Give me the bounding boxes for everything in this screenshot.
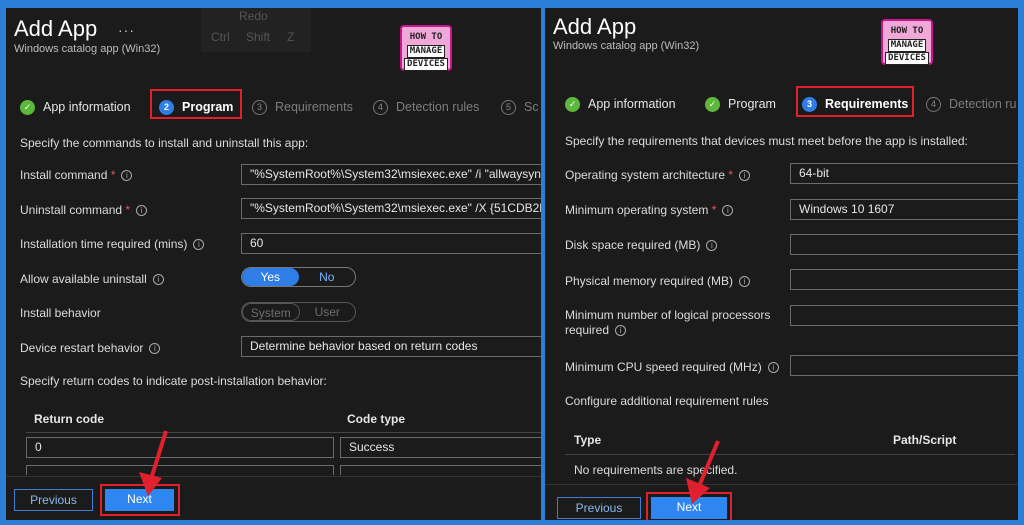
page-title: Add App [553,14,637,39]
install-time-input[interactable]: 60 [241,233,541,254]
toggle-system[interactable]: System [242,303,300,321]
info-icon[interactable]: i [739,276,751,288]
step-number-icon: 3 [252,99,267,115]
requirements-intro-text: Specify the requirements that devices mu… [565,134,968,148]
info-icon[interactable]: i [193,239,205,251]
uninstall-command-label: Uninstall command * i [20,203,148,218]
step-detection-rules[interactable]: 4 Detection rules [373,96,479,118]
cpu-speed-input[interactable] [790,355,1018,376]
info-icon[interactable]: i [152,274,164,286]
return-code-header: Return code [34,412,105,426]
add-app-program-panel: Redo Ctrl Shift Z Add App ··· Windows ca… [6,8,541,520]
more-options-icon[interactable]: ··· [118,22,135,38]
code-type-header: Code type [347,412,406,426]
step-program[interactable]: ✓ Program [705,93,776,115]
return-codes-intro: Specify return codes to indicate post-in… [20,374,327,388]
step-detection-rules[interactable]: 4 Detection ru [926,93,1016,115]
page-subtitle: Windows catalog app (Win32) [14,43,161,55]
checkmark-icon: ✓ [705,96,720,112]
min-os-label: Minimum operating system * i [565,203,734,218]
toggle-no[interactable]: No [299,268,356,286]
min-os-select[interactable]: Windows 10 1607 [790,199,1018,220]
info-icon[interactable]: i [739,170,751,182]
table-divider [26,432,541,433]
info-icon[interactable]: i [767,362,779,374]
install-command-input[interactable]: "%SystemRoot%\System32\msiexec.exe" /i "… [241,164,541,185]
page-subtitle: Windows catalog app (Win32) [553,40,700,52]
redo-tooltip: Redo Ctrl Shift Z [201,8,311,52]
step-app-information[interactable]: ✓ App information [565,93,676,115]
info-icon[interactable]: i [706,240,718,252]
step-requirements[interactable]: 3 Requirements [252,96,353,118]
install-behavior-label: Install behavior [20,306,101,320]
step-number-icon: 4 [373,99,388,115]
red-arrow-icon [686,440,720,504]
step-number-icon: 4 [926,96,941,112]
previous-button[interactable]: Previous [557,497,641,519]
info-icon[interactable]: i [149,343,161,355]
physical-memory-input[interactable] [790,269,1018,290]
cpu-speed-label: Minimum CPU speed required (MHz) i [565,360,779,375]
install-command-label: Install command * i [20,168,133,183]
how-to-manage-devices-logo: HOW TO MANAGE DEVICES [881,19,933,65]
red-arrow-icon [139,430,168,496]
program-step-highlight [150,89,242,119]
path-script-header: Path/Script [893,433,957,447]
restart-behavior-label: Device restart behavior i [20,341,161,356]
wizard-steps: ✓ App information ✓ Program 3 Requiremen… [545,87,1018,117]
restart-behavior-select[interactable]: Determine behavior based on return codes [241,336,541,357]
program-intro-text: Specify the commands to install and unin… [20,136,309,150]
physical-memory-label: Physical memory required (MB) i [565,274,751,289]
add-app-requirements-panel: Add App Windows catalog app (Win32) HOW … [545,8,1018,520]
logical-processors-input[interactable] [790,305,1018,326]
disk-space-input[interactable] [790,234,1018,255]
uninstall-command-input[interactable]: "%SystemRoot%\System32\msiexec.exe" /X {… [241,198,541,219]
os-architecture-select[interactable]: 64-bit [790,163,1018,184]
requirements-step-highlight [796,86,914,117]
code-type-select[interactable]: Success [340,437,541,458]
step-app-information[interactable]: ✓ App information [20,96,131,118]
toggle-yes[interactable]: Yes [242,268,299,286]
disk-space-label: Disk space required (MB) i [565,238,718,253]
checkmark-icon: ✓ [565,96,580,112]
table-divider [565,454,1015,455]
additional-rules-label: Configure additional requirement rules [565,394,769,408]
allow-uninstall-label: Allow available uninstall i [20,272,164,287]
os-architecture-label: Operating system architecture * i [565,168,751,183]
return-code-input-2[interactable] [26,465,334,475]
page-title: Add App [14,16,98,41]
footer-divider [6,476,541,477]
toggle-user[interactable]: User [300,303,356,321]
type-header: Type [574,433,602,447]
return-code-input[interactable]: 0 [26,437,334,458]
install-behavior-toggle[interactable]: System User [241,302,356,322]
info-icon[interactable]: i [136,205,148,217]
info-icon[interactable]: i [722,205,734,217]
info-icon[interactable]: i [121,170,133,182]
checkmark-icon: ✓ [20,99,35,115]
step-5[interactable]: 5 Sc [501,96,539,118]
wizard-steps: ✓ App information 2 Program 3 Requiremen… [6,90,541,120]
step-number-icon: 5 [501,99,516,115]
how-to-manage-devices-logo: HOW TO MANAGE DEVICES [400,25,452,71]
install-time-label: Installation time required (mins) i [20,237,205,252]
previous-button[interactable]: Previous [14,489,93,511]
allow-uninstall-toggle[interactable]: Yes No [241,267,356,287]
info-icon[interactable]: i [615,325,627,337]
footer-divider [545,484,1018,485]
code-type-select-2[interactable] [340,465,541,475]
logical-processors-label: Minimum number of logical processors requ… [565,308,771,337]
